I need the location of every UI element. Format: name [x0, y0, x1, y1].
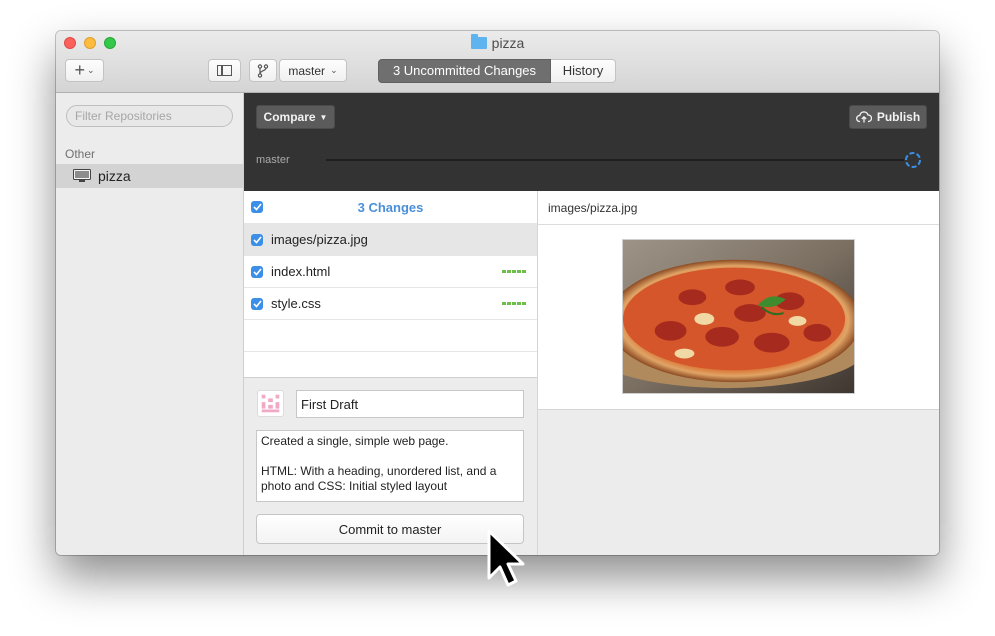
- computer-icon: [73, 169, 91, 182]
- branch-icon: [257, 63, 269, 78]
- file-path: images/pizza.jpg: [271, 232, 368, 247]
- chevron-down-icon: ⌄: [330, 65, 338, 75]
- changed-file-row[interactable]: style.css: [244, 288, 537, 320]
- avatar: [257, 390, 284, 417]
- commit-description-textarea[interactable]: Created a single, simple web page. HTML:…: [256, 430, 524, 502]
- window-title: pizza: [56, 34, 939, 51]
- file-checkbox[interactable]: [251, 265, 263, 278]
- branch-timeline: [326, 159, 904, 161]
- diff-pane: images/pizza.jpg: [538, 191, 939, 555]
- toggle-sidebar-button[interactable]: [208, 59, 241, 82]
- branch-select[interactable]: master ⌄: [279, 59, 347, 82]
- compare-label: Compare: [263, 110, 316, 124]
- diff-stat-bar: [502, 302, 526, 305]
- folder-icon: [470, 34, 487, 49]
- repository-name: pizza: [98, 168, 131, 184]
- add-repository-button[interactable]: + ⌄: [65, 59, 104, 82]
- sidebar-section-label: Other: [65, 147, 96, 161]
- file-path: index.html: [271, 264, 331, 279]
- timeline-branch-label: master: [256, 154, 290, 166]
- view-tabs: 3 Uncommitted Changes History: [378, 59, 616, 83]
- diff-body: [538, 225, 939, 410]
- diff-stat-bar: [502, 270, 526, 273]
- changes-header: 3 Changes: [244, 191, 537, 224]
- commit-button[interactable]: Commit to master: [256, 514, 524, 544]
- timeline-commit-node[interactable]: [904, 151, 922, 169]
- file-checkbox[interactable]: [251, 233, 263, 246]
- branch-header: Compare ▼ Publish master: [244, 93, 939, 191]
- diff-header: images/pizza.jpg: [538, 191, 939, 225]
- commit-summary-input[interactable]: [296, 390, 524, 418]
- changed-file-row[interactable]: index.html: [244, 256, 537, 288]
- sidebar-item-pizza[interactable]: pizza: [56, 164, 243, 188]
- file-checkbox[interactable]: [251, 297, 263, 310]
- chevron-down-icon: ⌄: [86, 65, 95, 75]
- tab-uncommitted-changes[interactable]: 3 Uncommitted Changes: [378, 59, 551, 83]
- create-branch-button[interactable]: [249, 59, 277, 82]
- changes-list: 3 Changes images/pizza.jpg index.html st…: [244, 191, 538, 377]
- title-bar: pizza + ⌄ master ⌄ 3 Uncommitted Changes H…: [56, 31, 939, 93]
- app-window: pizza + ⌄ master ⌄ 3 Uncommitted Changes H…: [56, 31, 939, 555]
- publish-label: Publish: [876, 110, 921, 124]
- changed-file-row[interactable]: images/pizza.jpg: [244, 224, 537, 256]
- diff-file-path: images/pizza.jpg: [548, 201, 638, 215]
- mouse-cursor-icon: [487, 529, 525, 587]
- pizza-photo: [622, 239, 855, 394]
- sidebar-icon: [217, 65, 232, 76]
- compare-button[interactable]: Compare ▼: [256, 105, 335, 129]
- tab-history[interactable]: History: [551, 59, 616, 83]
- cloud-upload-icon: [855, 111, 872, 123]
- publish-button[interactable]: Publish: [849, 105, 927, 129]
- file-path: style.css: [271, 296, 321, 311]
- branch-select-label: master: [288, 63, 326, 78]
- empty-row: [244, 320, 537, 352]
- changes-title: 3 Changes: [357, 199, 424, 215]
- plus-icon: +: [74, 60, 85, 80]
- repository-sidebar: Other pizza: [56, 93, 244, 555]
- caret-down-icon: ▼: [319, 112, 328, 122]
- window-title-text: pizza: [491, 35, 525, 51]
- filter-repositories-input[interactable]: [66, 105, 233, 127]
